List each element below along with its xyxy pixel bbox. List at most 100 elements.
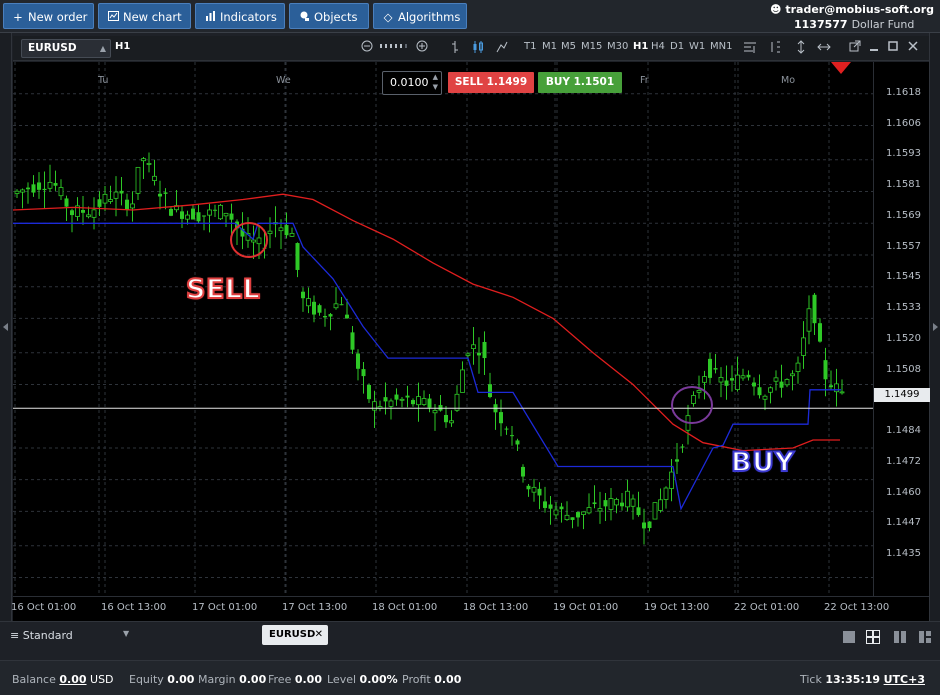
candle bbox=[339, 296, 344, 306]
zoom-slider[interactable] bbox=[379, 40, 411, 58]
objects-button[interactable]: Objects bbox=[289, 3, 369, 29]
price-chart[interactable]: Tu We Fr Mo 0.0100 ▲ ▼ SELL 1.1499 BUY 1.… bbox=[13, 62, 873, 596]
vertical-resize-icon[interactable] bbox=[796, 40, 806, 60]
time-tick: 22 Oct 01:00 bbox=[734, 602, 800, 613]
zoom-out-icon[interactable] bbox=[361, 40, 373, 58]
algorithms-button[interactable]: ◇ Algorithms bbox=[373, 3, 467, 29]
chart-tab-label: EURUSD bbox=[269, 629, 316, 640]
candle-body bbox=[372, 401, 377, 411]
time-axis[interactable]: 16 Oct 01:00 16 Oct 13:00 17 Oct 01:00 1… bbox=[11, 596, 929, 621]
tick-field: Tick 13:35:19 UTC+3 bbox=[800, 673, 925, 686]
sell-button[interactable]: SELL 1.1499 bbox=[448, 72, 534, 93]
candle-chart-type-icon[interactable] bbox=[472, 40, 484, 60]
candle-body bbox=[81, 209, 85, 213]
timeframe-m15[interactable]: M15 bbox=[581, 41, 602, 52]
collapse-right-icon bbox=[933, 323, 938, 331]
candle bbox=[14, 189, 20, 199]
candle bbox=[597, 491, 603, 524]
diamond-icon: ◇ bbox=[383, 10, 393, 24]
scroll-marker-icon[interactable] bbox=[831, 62, 851, 74]
timeframe-h1[interactable]: H1 bbox=[633, 41, 648, 52]
candle-body bbox=[471, 344, 476, 349]
candle bbox=[37, 172, 41, 199]
timeframe-m5[interactable]: M5 bbox=[561, 41, 576, 52]
indicators-button[interactable]: Indicators bbox=[195, 3, 285, 29]
candle-body bbox=[548, 504, 553, 509]
candle-body bbox=[735, 374, 740, 390]
candle bbox=[377, 400, 383, 412]
candle-body bbox=[586, 507, 592, 514]
candle bbox=[625, 479, 630, 512]
price-axis[interactable]: 1.1618 1.1606 1.1593 1.1581 1.1569 1.155… bbox=[873, 62, 930, 596]
layout-columns-icon[interactable] bbox=[893, 629, 907, 643]
buy-button[interactable]: BUY 1.1501 bbox=[538, 72, 622, 93]
timeframe-m30[interactable]: M30 bbox=[607, 41, 628, 52]
timeframe-w1[interactable]: W1 bbox=[689, 41, 705, 52]
fit-chart-icon[interactable] bbox=[743, 40, 757, 60]
timeframe-h4[interactable]: H4 bbox=[651, 41, 665, 52]
timeframe-m1[interactable]: M1 bbox=[542, 41, 557, 52]
layout-grid-icon[interactable] bbox=[866, 629, 880, 644]
zoom-in-icon[interactable] bbox=[416, 40, 428, 58]
detach-window-icon[interactable] bbox=[849, 40, 861, 58]
candle bbox=[58, 179, 64, 201]
timeframe-d1[interactable]: D1 bbox=[670, 41, 684, 52]
left-panel-handle[interactable] bbox=[0, 33, 12, 621]
workspace-select[interactable]: ≡ Standard ▼ bbox=[10, 629, 129, 642]
candle bbox=[146, 152, 152, 173]
layout-rows-icon[interactable] bbox=[918, 629, 932, 643]
balance-value[interactable]: 0.00 bbox=[59, 673, 86, 686]
buy-signal-circle bbox=[671, 386, 713, 424]
candle-body bbox=[356, 353, 360, 369]
candle bbox=[477, 337, 481, 374]
candle-body bbox=[251, 239, 256, 243]
timezone-select[interactable]: UTC+3 bbox=[884, 673, 925, 686]
candle-body bbox=[405, 395, 410, 398]
spinner-icon[interactable]: ▲ ▼ bbox=[433, 72, 438, 92]
candle-body bbox=[746, 374, 751, 378]
candle bbox=[526, 483, 531, 497]
candle-body bbox=[504, 428, 509, 430]
right-panel-handle[interactable] bbox=[929, 33, 940, 621]
candle-body bbox=[125, 199, 129, 210]
timeframe-t1[interactable]: T1 bbox=[524, 41, 536, 52]
account-info[interactable]: ☻ trader@mobius-soft.org 1137577 Dollar F… bbox=[770, 0, 936, 32]
close-window-icon[interactable] bbox=[908, 40, 918, 58]
scale-price-icon[interactable] bbox=[769, 40, 781, 60]
minimize-window-icon[interactable] bbox=[869, 40, 879, 58]
timeframe-mn1[interactable]: MN1 bbox=[710, 41, 732, 52]
candle-body bbox=[180, 211, 184, 219]
maximize-window-icon[interactable] bbox=[888, 40, 898, 58]
workspace-name: Standard bbox=[22, 629, 73, 642]
layout-single-icon[interactable] bbox=[842, 629, 856, 643]
bar-chart-type-icon[interactable] bbox=[450, 40, 460, 60]
candle-body bbox=[488, 384, 492, 398]
candle bbox=[784, 378, 790, 388]
lot-size-input[interactable]: 0.0100 ▲ ▼ bbox=[382, 71, 442, 95]
symbol-select[interactable]: EURUSD ▲ bbox=[21, 39, 111, 58]
candle-body bbox=[675, 459, 679, 462]
candle bbox=[740, 368, 746, 381]
candle-body bbox=[14, 190, 20, 194]
candle bbox=[586, 493, 592, 515]
candle bbox=[158, 180, 162, 210]
candle-body bbox=[345, 314, 349, 319]
candle-body bbox=[499, 412, 503, 424]
candle bbox=[125, 193, 129, 217]
sell-label: SELL bbox=[454, 76, 483, 88]
candle bbox=[191, 205, 195, 220]
candle bbox=[31, 175, 36, 197]
account-status-bar: Balance 0.00 USD Equity 0.00 Margin 0.00… bbox=[0, 660, 940, 695]
candle bbox=[543, 486, 547, 513]
candle bbox=[559, 502, 564, 523]
chart-tab-eurusd[interactable]: EURUSD ✕ bbox=[262, 625, 328, 645]
candle-body bbox=[691, 395, 696, 404]
close-tab-icon[interactable]: ✕ bbox=[315, 625, 323, 645]
candle-body bbox=[163, 192, 168, 194]
balance-field: Balance 0.00 USD bbox=[12, 673, 114, 686]
line-chart-type-icon[interactable] bbox=[496, 40, 508, 60]
new-chart-button[interactable]: New chart bbox=[98, 3, 191, 29]
horizontal-resize-icon[interactable] bbox=[817, 40, 831, 60]
price-tick: 1.1618 bbox=[886, 87, 921, 98]
new-order-button[interactable]: + New order bbox=[3, 3, 94, 29]
